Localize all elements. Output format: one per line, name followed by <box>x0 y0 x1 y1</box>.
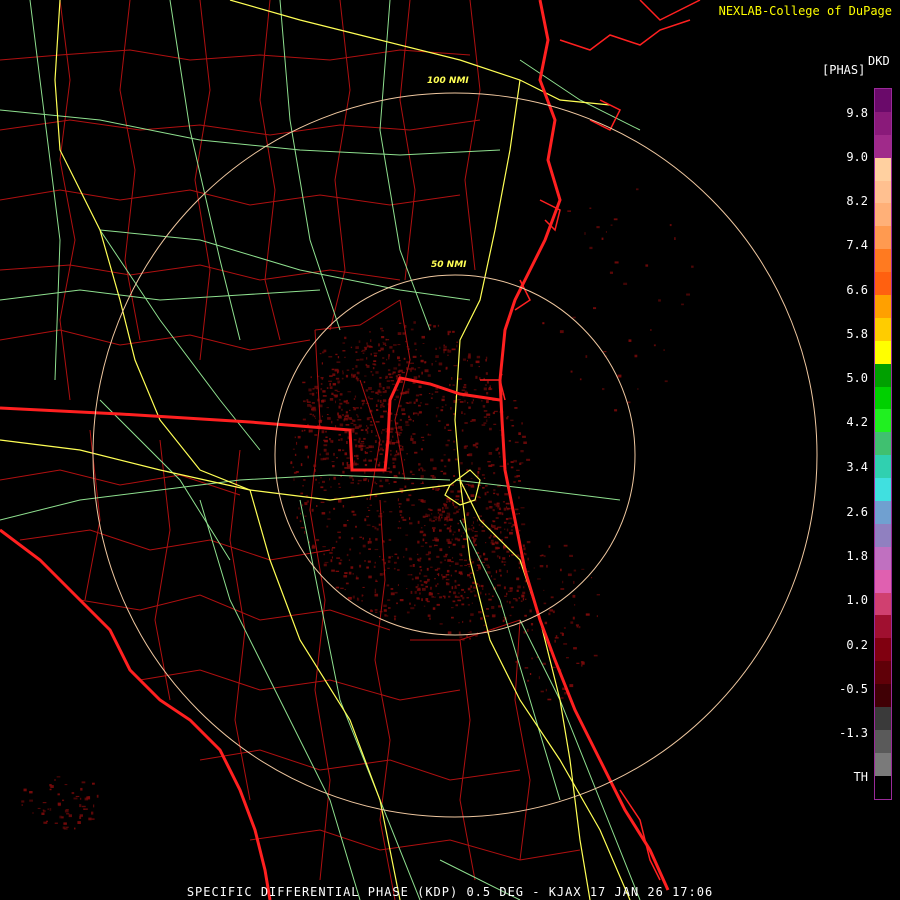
scale-label: 5.8 <box>846 327 868 341</box>
color-swatch <box>875 478 891 502</box>
ring-label-50: 50 NMI <box>431 260 467 270</box>
color-swatch <box>875 226 891 250</box>
color-swatch <box>875 317 891 341</box>
radar-map: 50 NMI 100 NMI <box>0 0 818 900</box>
color-swatch <box>875 661 891 685</box>
scale-label: 8.2 <box>846 194 868 208</box>
range-rings <box>92 92 818 818</box>
scale-label: 0.2 <box>846 638 868 652</box>
color-swatch <box>875 523 891 547</box>
color-swatch <box>875 180 891 204</box>
color-swatch <box>875 111 891 135</box>
ring-label-100: 100 NMI <box>427 76 469 86</box>
color-swatch <box>875 546 891 570</box>
scale-label: 2.6 <box>846 505 868 519</box>
color-swatch <box>875 638 891 662</box>
color-swatch <box>875 203 891 227</box>
credit-text: NEXLAB-College of DuPage <box>718 4 892 18</box>
color-swatch <box>875 684 891 708</box>
scale-label: 6.6 <box>846 283 868 297</box>
product-footer: SPECIFIC DIFFERENTIAL PHASE (KDP) 0.5 DE… <box>186 885 714 899</box>
color-swatch <box>875 249 891 273</box>
state-borders <box>0 0 670 900</box>
color-swatch <box>875 409 891 433</box>
color-swatch <box>875 432 891 456</box>
scale-label: 1.0 <box>846 593 868 607</box>
range-ring-100 <box>92 92 818 818</box>
color-swatch <box>875 592 891 616</box>
color-swatch <box>875 363 891 387</box>
color-scale-bar <box>874 88 892 800</box>
color-swatch <box>875 775 891 799</box>
radar-echoes <box>21 188 694 830</box>
color-swatch <box>875 134 891 158</box>
color-swatch <box>875 295 891 318</box>
scale-label: 5.0 <box>846 371 868 385</box>
scale-label: 9.8 <box>846 106 868 120</box>
scale-label: 7.4 <box>846 238 868 252</box>
color-swatch <box>875 707 891 730</box>
color-swatch <box>875 386 891 410</box>
color-swatch <box>875 455 891 479</box>
color-swatch <box>875 157 891 181</box>
color-swatch <box>875 89 891 112</box>
color-swatch <box>875 752 891 776</box>
scale-label: 4.2 <box>846 415 868 429</box>
color-swatch <box>875 729 891 753</box>
scale-label: -1.3 <box>839 726 868 740</box>
color-swatch <box>875 272 891 296</box>
scale-label: -0.5 <box>839 682 868 696</box>
product-code: DKD <box>868 54 890 68</box>
color-swatch <box>875 615 891 639</box>
roads <box>0 0 641 900</box>
scale-label: TH <box>853 770 868 784</box>
color-swatch <box>875 501 891 524</box>
units-label: [PHAS] <box>822 63 866 77</box>
scale-label: 3.4 <box>846 460 868 474</box>
scale-label: 1.8 <box>846 549 868 563</box>
highways <box>0 0 631 900</box>
scale-label: 9.0 <box>846 150 868 164</box>
color-swatch <box>875 569 891 593</box>
county-borders <box>0 0 581 900</box>
color-swatch <box>875 340 891 364</box>
